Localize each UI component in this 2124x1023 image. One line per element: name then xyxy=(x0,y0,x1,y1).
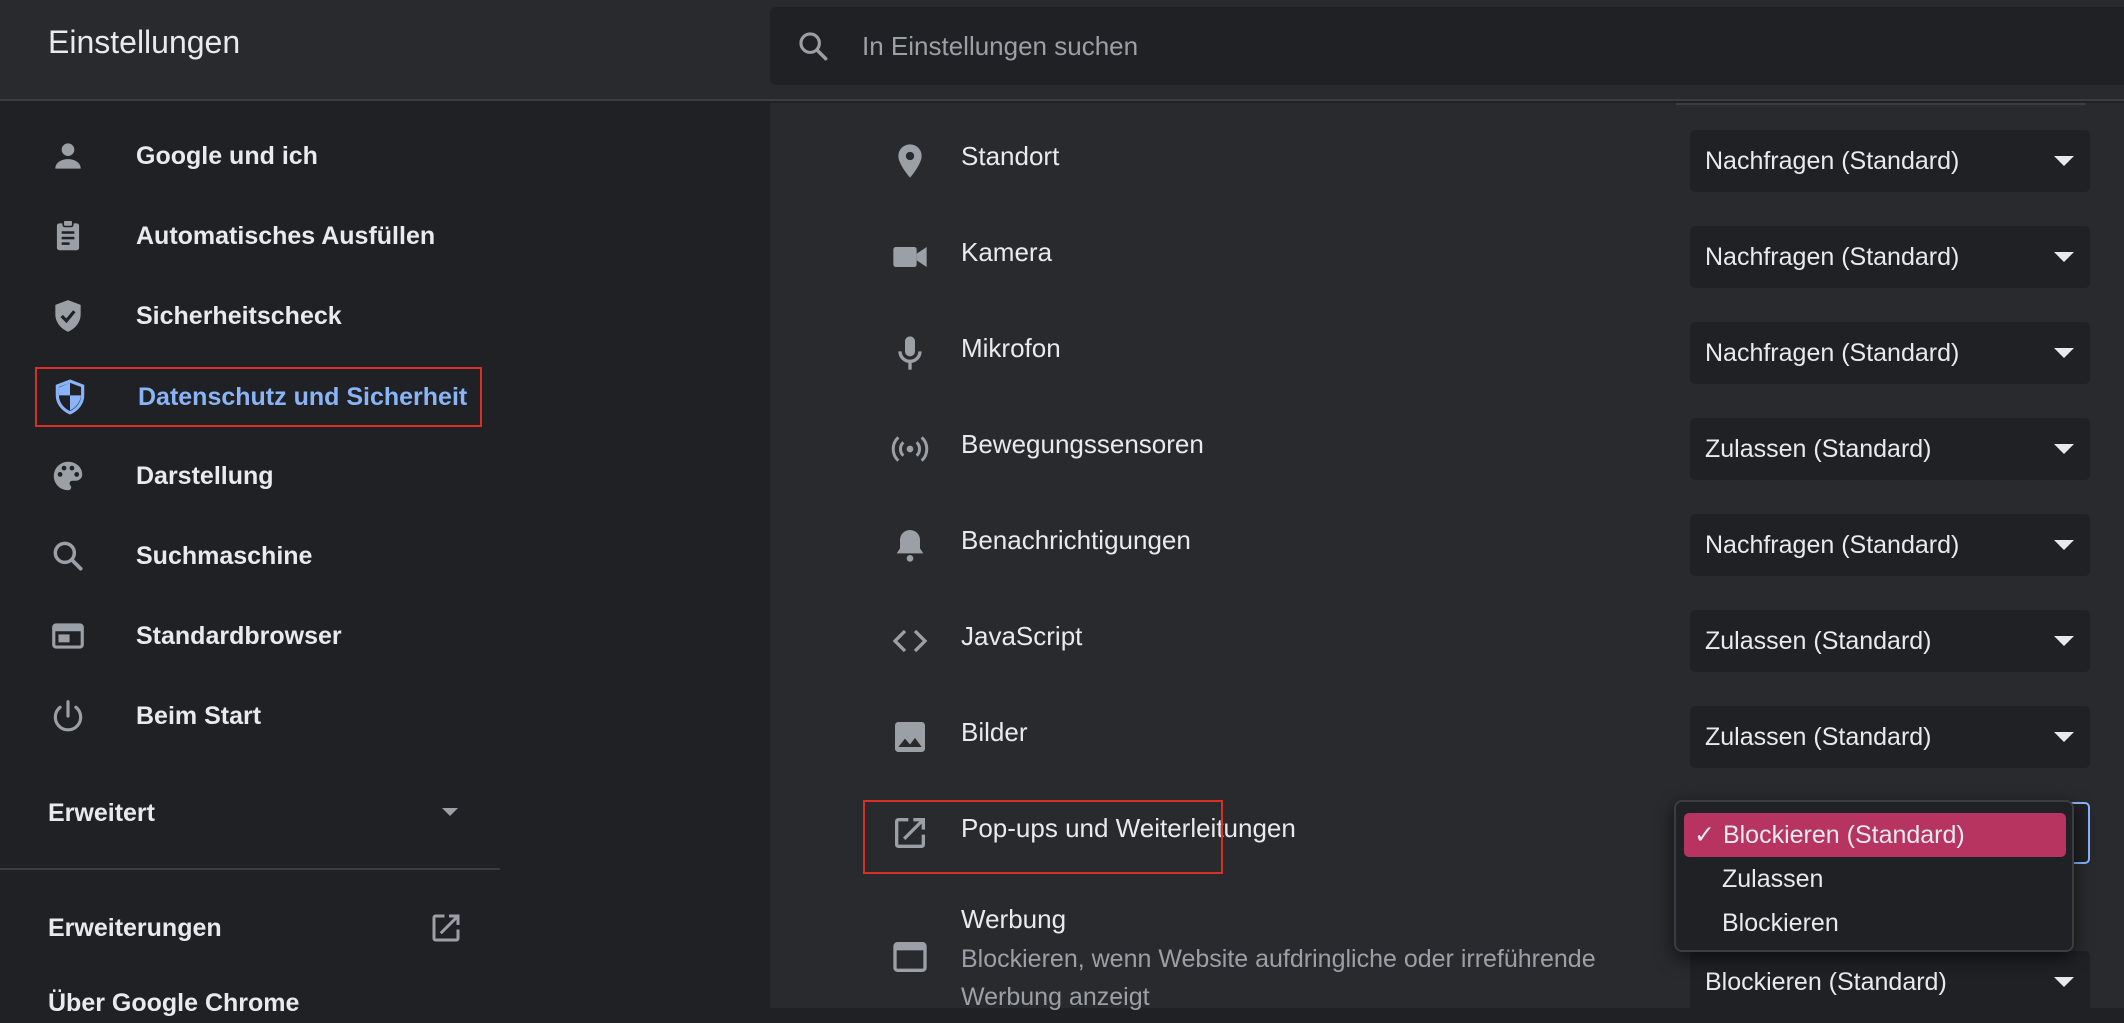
caret-down-icon xyxy=(2054,732,2074,742)
caret-down-icon xyxy=(2054,156,2074,166)
setting-row-notifications[interactable]: Benachrichtigungen Nachfragen (Standard) xyxy=(770,497,2124,593)
sidebar: Google und ich Automatisches Ausfüllen S… xyxy=(0,103,770,1017)
microphone-select[interactable]: Nachfragen (Standard) xyxy=(1690,322,2090,384)
setting-row-motion-sensors[interactable]: Bewegungssensoren Zulassen (Standard) xyxy=(770,401,2124,497)
setting-row-javascript[interactable]: JavaScript Zulassen (Standard) xyxy=(770,593,2124,689)
location-pin-icon xyxy=(898,144,922,178)
advanced-label: Erweitert xyxy=(48,798,155,827)
javascript-select[interactable]: Zulassen (Standard) xyxy=(1690,610,2090,672)
sidebar-item-default-browser[interactable]: Standardbrowser xyxy=(35,607,482,665)
popups-highlight xyxy=(863,800,1223,874)
bell-icon xyxy=(896,530,924,562)
code-icon xyxy=(892,629,928,653)
sidebar-item-search-engine[interactable]: Suchmaschine xyxy=(35,527,482,585)
camera-icon xyxy=(893,247,927,267)
caret-down-icon xyxy=(2054,636,2074,646)
setting-label: Bewegungssensoren xyxy=(961,429,1204,459)
sidebar-item-google-und-ich[interactable]: Google und ich xyxy=(35,127,482,185)
sidebar-item-appearance[interactable]: Darstellung xyxy=(35,447,482,505)
sidebar-divider xyxy=(0,868,500,870)
setting-label: Kamera xyxy=(961,237,1053,267)
image-icon xyxy=(895,722,925,752)
caret-down-icon xyxy=(2054,444,2074,454)
setting-label: Benachrichtigungen xyxy=(961,525,1191,555)
caret-down-icon xyxy=(2054,977,2074,987)
browser-window-icon xyxy=(52,623,84,649)
advanced-section-toggle[interactable]: Erweitert xyxy=(48,788,468,838)
person-icon xyxy=(55,143,81,169)
chevron-down-icon xyxy=(442,808,458,816)
dropdown-option-blockieren[interactable]: Blockieren xyxy=(1684,901,2066,945)
ads-description: Blockieren, wenn Website aufdringliche o… xyxy=(961,945,1596,1011)
images-select[interactable]: Zulassen (Standard) xyxy=(1690,706,2090,768)
ads-select[interactable]: Blockieren (Standard) xyxy=(1690,951,2090,1013)
sidebar-item-label: Automatisches Ausfüllen xyxy=(136,221,436,250)
setting-label: Standort xyxy=(961,141,1060,171)
setting-label: Werbung xyxy=(961,904,1067,934)
setting-row-images[interactable]: Bilder Zulassen (Standard) xyxy=(770,689,2124,785)
dropdown-option-zulassen[interactable]: Zulassen xyxy=(1684,857,2066,901)
clipboard-icon xyxy=(56,219,80,251)
notifications-select[interactable]: Nachfragen (Standard) xyxy=(1690,514,2090,576)
search-icon xyxy=(799,32,828,61)
sidebar-item-about-chrome[interactable]: Über Google Chrome xyxy=(48,983,468,1023)
sidebar-item-label: Beim Start xyxy=(136,701,262,730)
sidebar-item-extensions[interactable]: Erweiterungen xyxy=(48,903,468,953)
open-in-new-icon xyxy=(432,914,460,942)
microphone-icon xyxy=(898,336,922,370)
popups-dropdown-menu: ✓ Blockieren (Standard) Zulassen Blockie… xyxy=(1674,800,2074,952)
setting-row-location[interactable]: Standort Nachfragen (Standard) xyxy=(770,113,2124,209)
motion-sensor-icon xyxy=(891,436,929,462)
search-icon xyxy=(53,541,83,571)
caret-down-icon xyxy=(2054,348,2074,358)
header-bar: Einstellungen xyxy=(0,0,2124,101)
shield-check-icon xyxy=(55,300,81,332)
checkmark-icon: ✓ xyxy=(1694,821,1715,849)
sidebar-item-label: Darstellung xyxy=(136,461,274,490)
sidebar-item-label: Google und ich xyxy=(136,141,318,170)
sidebar-item-privacy-security[interactable]: Datenschutz und Sicherheit xyxy=(35,367,482,427)
sidebar-item-label: Suchmaschine xyxy=(136,541,313,570)
caret-down-icon xyxy=(2054,540,2074,550)
sidebar-item-safety-check[interactable]: Sicherheitscheck xyxy=(35,287,482,345)
setting-label: JavaScript xyxy=(961,621,1083,651)
palette-icon xyxy=(53,461,83,491)
setting-label: Bilder xyxy=(961,717,1028,747)
sidebar-item-label: Standardbrowser xyxy=(136,621,342,650)
dropdown-option-blockieren-standard[interactable]: ✓ Blockieren (Standard) xyxy=(1684,813,2066,857)
about-label: Über Google Chrome xyxy=(48,988,300,1017)
shield-half-icon xyxy=(55,379,85,415)
search-box[interactable] xyxy=(770,7,2124,85)
caret-down-icon xyxy=(2054,252,2074,262)
setting-row-microphone[interactable]: Mikrofon Nachfragen (Standard) xyxy=(770,305,2124,401)
location-select[interactable]: Nachfragen (Standard) xyxy=(1690,130,2090,192)
search-input[interactable] xyxy=(860,7,2060,85)
sidebar-item-on-startup[interactable]: Beim Start xyxy=(35,687,482,745)
camera-select[interactable]: Nachfragen (Standard) xyxy=(1690,226,2090,288)
browser-window-icon xyxy=(893,942,927,972)
sidebar-item-label: Sicherheitscheck xyxy=(136,301,342,330)
sidebar-item-autofill[interactable]: Automatisches Ausfüllen xyxy=(35,207,482,265)
previous-select-edge xyxy=(1676,103,2086,105)
extensions-label: Erweiterungen xyxy=(48,913,222,942)
setting-label: Mikrofon xyxy=(961,333,1061,363)
sidebar-item-label: Datenschutz und Sicherheit xyxy=(138,382,468,411)
page-title: Einstellungen xyxy=(48,24,241,60)
motion-sensors-select[interactable]: Zulassen (Standard) xyxy=(1690,418,2090,480)
power-icon xyxy=(53,700,83,732)
setting-row-camera[interactable]: Kamera Nachfragen (Standard) xyxy=(770,209,2124,305)
